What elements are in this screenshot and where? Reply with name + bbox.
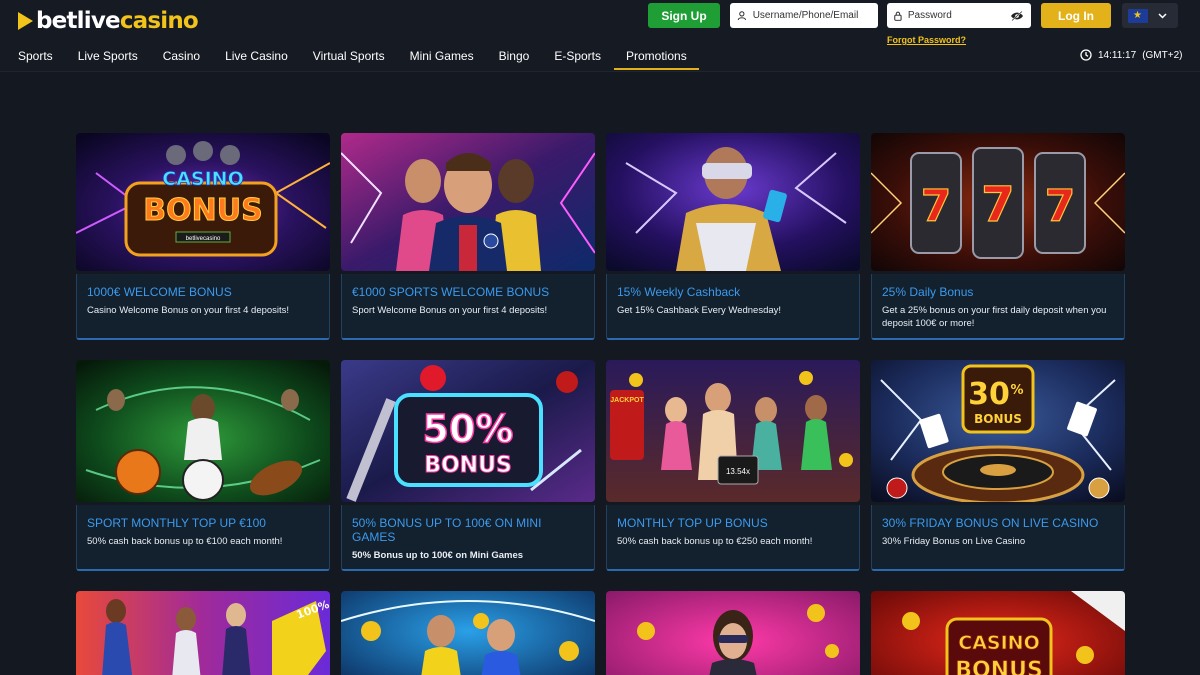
promotions-grid: CASINO BONUS betlivecasino 1000€ WELCOME… (76, 133, 1126, 675)
nav-promotions[interactable]: Promotions (614, 44, 699, 70)
promo-title[interactable]: €1000 SPORTS WELCOME BONUS (352, 285, 584, 299)
user-icon (737, 11, 746, 21)
username-input[interactable] (752, 10, 871, 21)
username-field[interactable] (730, 3, 878, 28)
art-text-casino: CASINO (162, 168, 243, 190)
art-text-bonus: BONUS (955, 658, 1043, 675)
nav-mini-games[interactable]: Mini Games (410, 44, 474, 70)
clock-icon (1080, 49, 1092, 61)
promo-info: 15% Weekly Cashback Get 15% Cashback Eve… (606, 274, 860, 340)
promo-image-athletes: 100% (76, 591, 330, 675)
promo-card[interactable] (606, 591, 860, 675)
signup-button[interactable]: Sign Up (648, 3, 720, 28)
logo-play-icon (18, 12, 33, 30)
promo-description: 30% Friday Bonus on Live Casino (882, 536, 1026, 547)
promo-card[interactable] (341, 591, 595, 675)
eu-flag-icon (1128, 8, 1148, 23)
art-text-bonus: BONUS (424, 453, 512, 478)
promo-title[interactable]: 30% FRIDAY BONUS ON LIVE CASINO (882, 516, 1114, 530)
promo-card[interactable]: 15% Weekly Cashback Get 15% Cashback Eve… (606, 133, 860, 340)
svg-text:7: 7 (1045, 181, 1076, 232)
promo-description: Get 15% Cashback Every Wednesday! (617, 305, 782, 316)
promo-title[interactable]: 1000€ WELCOME BONUS (87, 285, 319, 299)
promo-image-footballers (341, 133, 595, 271)
promo-info: MONTHLY TOP UP BONUS 50% cash back bonus… (606, 505, 860, 571)
promo-card[interactable]: 50% BONUS 50% BONUS UP TO 100€ ON MINI G… (341, 360, 595, 571)
art-text-bonus: BONUS (974, 412, 1022, 426)
art-text-50: 50% (423, 407, 514, 451)
password-input[interactable] (907, 10, 1010, 21)
art-multiplier: 13.54x (726, 467, 750, 476)
nav-live-sports[interactable]: Live Sports (78, 44, 138, 70)
nav-live-casino[interactable]: Live Casino (225, 44, 288, 70)
promo-card[interactable]: 7 7 7 25% Daily Bonus Get a 25% bonus on… (871, 133, 1125, 340)
promo-title[interactable]: 25% Daily Bonus (882, 285, 1114, 299)
promo-image-casino-bonus: CASINO BONUS betlivecasino (76, 133, 330, 271)
main-nav: Sports Live Sports Casino Live Casino Vi… (18, 44, 699, 70)
promo-info: 30% FRIDAY BONUS ON LIVE CASINO 30% Frid… (871, 505, 1125, 571)
logo-text-part2: casino (119, 8, 199, 34)
art-text-casino: CASINO (958, 632, 1039, 654)
promo-card[interactable]: CASINO BONUS (871, 591, 1125, 675)
password-field[interactable] (887, 3, 1031, 28)
promo-image-slot-characters: JACKPOT 13.54x (606, 360, 860, 502)
promo-title[interactable]: 15% Weekly Cashback (617, 285, 849, 299)
language-selector[interactable] (1122, 3, 1178, 28)
art-text-percent: % (1010, 383, 1023, 398)
nav-bingo[interactable]: Bingo (499, 44, 530, 70)
nav-virtual-sports[interactable]: Virtual Sports (313, 44, 385, 70)
clock-timezone: (GMT+2) (1142, 49, 1183, 61)
promo-image-50-bonus: 50% BONUS (341, 360, 595, 502)
promo-card[interactable]: 100% (76, 591, 330, 675)
promo-card[interactable]: €1000 SPORTS WELCOME BONUS Sport Welcome… (341, 133, 595, 340)
promo-description: Sport Welcome Bonus on your first 4 depo… (352, 305, 548, 316)
promo-info: €1000 SPORTS WELCOME BONUS Sport Welcome… (341, 274, 595, 340)
nav-sports[interactable]: Sports (18, 44, 53, 70)
art-jackpot-badge: JACKPOT (610, 397, 644, 404)
promo-description: 50% cash back bonus up to €250 each mont… (617, 536, 813, 547)
clock-time: 14:11:17 (1098, 49, 1137, 61)
promo-description: Casino Welcome Bonus on your first 4 dep… (87, 305, 290, 316)
promo-card[interactable]: 30 % BONUS 30% FRIDAY BONUS ON LIVE CASI… (871, 360, 1125, 571)
promo-image-sports-balls (76, 360, 330, 502)
promo-title[interactable]: 50% BONUS UP TO 100€ ON MINI GAMES (352, 516, 584, 544)
promo-image-roulette: 30 % BONUS (871, 360, 1125, 502)
logo-text-part1: betlive (36, 8, 121, 34)
svg-text:7: 7 (981, 177, 1014, 233)
promo-card[interactable]: JACKPOT 13.54x MONTHLY TOP UP BONUS 50% … (606, 360, 860, 571)
promo-image-soccer-stars (341, 591, 595, 675)
login-button[interactable]: Log In (1041, 3, 1111, 28)
promo-description: Get a 25% bonus on your first daily depo… (882, 305, 1107, 329)
nav-casino[interactable]: Casino (163, 44, 200, 70)
chevron-down-icon (1158, 12, 1167, 19)
promo-card[interactable]: CASINO BONUS betlivecasino 1000€ WELCOME… (76, 133, 330, 340)
promo-description: 50% cash back bonus up to €100 each mont… (87, 536, 283, 547)
promo-info: 25% Daily Bonus Get a 25% bonus on your … (871, 274, 1125, 340)
forgot-password-link[interactable]: Forgot Password? (887, 35, 966, 45)
promo-image-vr-player (606, 133, 860, 271)
promo-image-slot-777: 7 7 7 (871, 133, 1125, 271)
promo-title[interactable]: MONTHLY TOP UP BONUS (617, 516, 849, 530)
promo-card[interactable]: SPORT MONTHLY TOP UP €100 50% cash back … (76, 360, 330, 571)
art-text-bonus: BONUS (143, 193, 262, 228)
art-text-30: 30 (968, 377, 1010, 412)
brand-logo[interactable]: betlivecasino (18, 8, 199, 34)
promo-description: 50% Bonus up to 100€ on Mini Games (352, 550, 524, 561)
art-badge: betlivecasino (186, 236, 221, 242)
nav-esports[interactable]: E-Sports (554, 44, 601, 70)
promo-info: 50% BONUS UP TO 100€ ON MINI GAMES 50% B… (341, 505, 595, 571)
top-header: betlivecasino Sign Up Forgot Password? L… (0, 0, 1200, 72)
promo-image-casino-bonus-red: CASINO BONUS (871, 591, 1125, 675)
eye-hidden-icon[interactable] (1010, 10, 1024, 21)
promo-image-woman-pink (606, 591, 860, 675)
lock-icon (894, 11, 902, 21)
promo-info: 1000€ WELCOME BONUS Casino Welcome Bonus… (76, 274, 330, 340)
promo-title[interactable]: SPORT MONTHLY TOP UP €100 (87, 516, 319, 530)
promo-info: SPORT MONTHLY TOP UP €100 50% cash back … (76, 505, 330, 571)
svg-text:7: 7 (921, 181, 952, 232)
clock: 14:11:17 (GMT+2) (1080, 49, 1182, 61)
